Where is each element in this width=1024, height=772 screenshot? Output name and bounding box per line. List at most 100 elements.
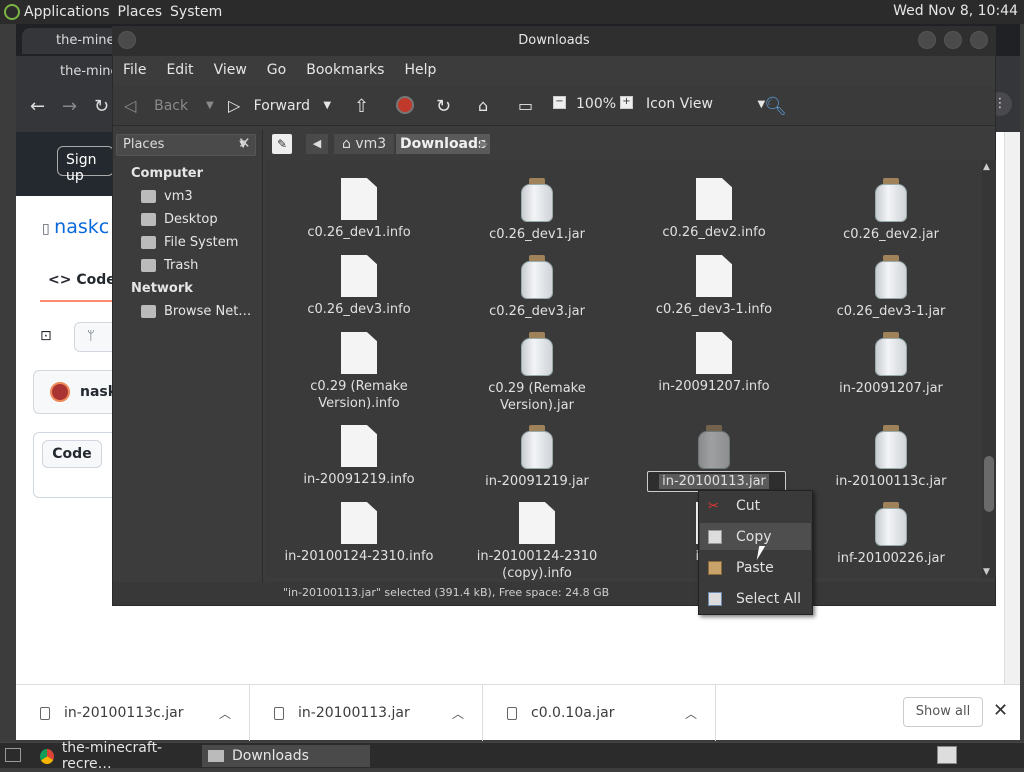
file-item[interactable]: c0.26_dev3.jar bbox=[462, 255, 612, 320]
panel-icon[interactable]: ⊡ bbox=[40, 328, 60, 348]
path-right-icon[interactable]: ▶ bbox=[480, 134, 496, 154]
code-tab-label: Code bbox=[76, 272, 116, 288]
workspace-switcher-icon[interactable] bbox=[937, 746, 957, 764]
home-icon[interactable]: ⌂ bbox=[478, 96, 488, 115]
file-name: in-20100113c.jar bbox=[835, 474, 947, 489]
file-item[interactable]: in-20091219.jar bbox=[462, 425, 612, 490]
code-tab[interactable]: <> Code bbox=[48, 272, 116, 288]
file-item[interactable]: in-20100113.jar bbox=[639, 425, 789, 490]
file-item[interactable]: c0.26_dev2.info bbox=[639, 178, 789, 241]
close-button[interactable] bbox=[970, 31, 988, 49]
context-cut[interactable]: ✂ Cut bbox=[700, 492, 811, 519]
file-item[interactable]: inf-20100226.jar bbox=[816, 502, 966, 567]
scroll-down-icon[interactable]: ▼ bbox=[983, 567, 990, 577]
view-select[interactable]: Icon View ▼ bbox=[646, 96, 765, 112]
scrollbar-thumb[interactable] bbox=[984, 456, 994, 512]
back-dropdown-icon: ▼ bbox=[205, 100, 214, 111]
menu-view[interactable]: View bbox=[204, 62, 257, 78]
window-menu-button[interactable] bbox=[118, 31, 136, 49]
document-icon bbox=[341, 178, 377, 220]
user-avatar[interactable] bbox=[50, 382, 70, 402]
zoom-out-icon[interactable]: − bbox=[553, 96, 566, 109]
menu-help[interactable]: Help bbox=[394, 62, 446, 78]
places-menu[interactable]: Places bbox=[118, 4, 171, 20]
menu-bookmarks[interactable]: Bookmarks bbox=[296, 62, 394, 78]
sidebar-item-desktop[interactable]: Desktop bbox=[141, 212, 218, 227]
close-shelf-icon[interactable]: ✕ bbox=[993, 700, 1008, 721]
close-sidebar-icon[interactable]: ✕ bbox=[238, 134, 251, 152]
path-button-vm3[interactable]: ⌂ vm3 bbox=[334, 134, 395, 154]
stop-icon[interactable] bbox=[396, 96, 414, 114]
sidebar-item-vm3[interactable]: vm3 bbox=[141, 189, 193, 204]
distro-logo-icon[interactable] bbox=[0, 0, 24, 24]
taskbar-item-downloads[interactable]: Downloads bbox=[202, 745, 370, 767]
browser-tab-2[interactable]: the-mine bbox=[22, 58, 122, 86]
file-item[interactable]: c0.26_dev2.jar bbox=[816, 178, 966, 243]
file-item[interactable]: c0.26_dev1.info bbox=[284, 178, 434, 241]
context-paste[interactable]: Paste bbox=[700, 554, 811, 581]
code-button[interactable]: Code bbox=[42, 440, 102, 468]
file-item[interactable]: in-20091207.jar bbox=[816, 332, 966, 397]
file-item[interactable]: c0.26_dev3.info bbox=[284, 255, 434, 318]
download-item[interactable]: in-20100113.jar ︿ bbox=[250, 685, 483, 741]
path-button-downloads[interactable]: Downloads bbox=[396, 134, 491, 154]
search-icon[interactable]: 🔍︎ bbox=[764, 96, 787, 117]
file-item[interactable]: in-20100124-2310.info bbox=[284, 502, 434, 565]
file-item[interactable]: c0.26_dev1.jar bbox=[462, 178, 612, 243]
forward-button[interactable]: ▷ Forward ▼ bbox=[228, 96, 331, 115]
scroll-up-icon[interactable]: ▲ bbox=[983, 162, 990, 172]
browser-tab[interactable]: the-minec bbox=[22, 28, 122, 54]
sidebar-type-select[interactable]: Places ▼ bbox=[116, 134, 256, 156]
browser-back-icon[interactable]: ← bbox=[30, 96, 45, 117]
sidebar-item-filesystem[interactable]: File System bbox=[141, 235, 238, 250]
file-item[interactable]: c0.29 (Remake Version).info bbox=[284, 332, 434, 412]
file-item[interactable]: in-20091219.info bbox=[284, 425, 434, 488]
zoom-level[interactable]: 100% bbox=[576, 96, 616, 112]
context-select-all-label: Select All bbox=[736, 590, 801, 607]
file-item[interactable]: in-20091207.info bbox=[639, 332, 789, 395]
menu-go[interactable]: Go bbox=[257, 62, 296, 78]
context-select-all[interactable]: Select All bbox=[700, 585, 811, 612]
up-icon[interactable]: ⇧ bbox=[354, 96, 369, 117]
window-title[interactable]: Downloads bbox=[112, 26, 996, 56]
sidebar-item-browse-network[interactable]: Browse Net… bbox=[141, 304, 251, 319]
file-item[interactable]: in-20100113c.jar bbox=[816, 425, 966, 490]
applications-menu[interactable]: Applications bbox=[24, 4, 118, 20]
sidebar-item-trash[interactable]: Trash bbox=[141, 258, 198, 273]
download-item[interactable]: c0.0.10a.jar ︿ bbox=[483, 685, 716, 741]
reload-icon[interactable]: ↻ bbox=[436, 96, 451, 117]
edit-location-icon[interactable]: ✎ bbox=[272, 134, 292, 154]
context-copy[interactable]: Copy bbox=[700, 523, 811, 550]
minimize-button[interactable] bbox=[918, 31, 936, 49]
browser-reload-icon[interactable]: ↻ bbox=[94, 96, 109, 117]
file-item[interactable]: c0.26_dev3-1.info bbox=[639, 255, 789, 318]
path-left-icon[interactable]: ◀ bbox=[306, 134, 328, 154]
repo-link[interactable]: ▯ naskc bbox=[42, 216, 109, 238]
system-menu[interactable]: System bbox=[170, 4, 230, 20]
show-all-button[interactable]: Show all bbox=[903, 697, 983, 727]
show-desktop-icon[interactable] bbox=[5, 748, 21, 762]
browser-forward-icon[interactable]: → bbox=[62, 96, 77, 117]
clock[interactable]: Wed Nov 8, 10:44 bbox=[893, 3, 1018, 19]
browser-scrollbar[interactable] bbox=[1004, 132, 1020, 684]
chevron-up-icon[interactable]: ︿ bbox=[452, 705, 464, 722]
chevron-up-icon[interactable]: ︿ bbox=[219, 705, 231, 722]
maximize-button[interactable] bbox=[944, 31, 962, 49]
signup-button[interactable]: Sign up bbox=[57, 146, 114, 184]
file-view-scrollbar[interactable] bbox=[982, 160, 996, 578]
download-item[interactable]: in-20100113c.jar ︿ bbox=[16, 685, 250, 741]
document-icon bbox=[341, 425, 377, 467]
zoom-in-icon[interactable]: + bbox=[620, 96, 633, 109]
menu-file[interactable]: File bbox=[113, 62, 156, 78]
chevron-up-icon[interactable]: ︿ bbox=[685, 705, 697, 722]
file-item[interactable]: c0.29 (Remake Version).jar bbox=[462, 332, 612, 414]
file-item[interactable]: c0.26_dev3-1.jar bbox=[816, 255, 966, 320]
back-button[interactable]: ◁ Back ▼ bbox=[124, 96, 214, 115]
file-name: c0.29 (Remake Version).jar bbox=[488, 381, 586, 413]
menu-edit[interactable]: Edit bbox=[156, 62, 203, 78]
file-item[interactable]: in-20100124-2310 (copy).info bbox=[462, 502, 612, 582]
file-name: c0.29 (Remake Version).info bbox=[310, 379, 408, 411]
computer-icon[interactable]: ▭ bbox=[518, 96, 533, 115]
taskbar-item-browser[interactable]: the-minecraft-recre… bbox=[34, 740, 200, 772]
branch-button[interactable]: ᛘ bbox=[74, 322, 114, 352]
